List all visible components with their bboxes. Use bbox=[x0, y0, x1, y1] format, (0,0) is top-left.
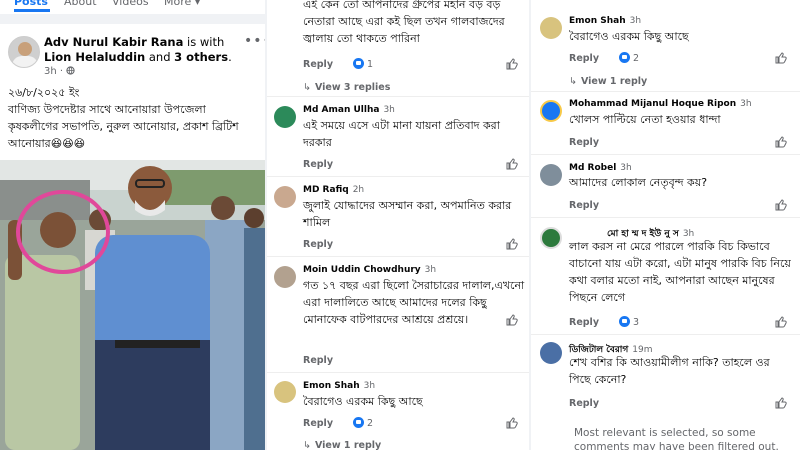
commenter-avatar[interactable] bbox=[540, 164, 562, 186]
like-icon[interactable] bbox=[775, 199, 787, 211]
divider bbox=[267, 256, 529, 257]
tagged-person[interactable]: Lion Helaluddin bbox=[44, 50, 145, 64]
tab-videos[interactable]: Videos bbox=[112, 0, 149, 8]
comment-text: খোলস পাল্টিয়ে নেতা হওয়ার ধান্দা bbox=[569, 113, 721, 126]
divider bbox=[531, 334, 800, 335]
reply-button[interactable]: Reply bbox=[303, 159, 333, 170]
comment-text: গত ১৭ বছর এরা ছিলো সৈরাচারের দালাল,এখনো … bbox=[303, 279, 525, 326]
author-avatar[interactable] bbox=[8, 36, 40, 68]
commenter-avatar[interactable] bbox=[274, 381, 296, 403]
with-text: is with bbox=[187, 35, 225, 49]
commenter-avatar[interactable] bbox=[540, 227, 562, 249]
commenter-name[interactable]: Emon Shah 3h bbox=[303, 381, 375, 391]
divider bbox=[531, 217, 800, 218]
screenshot-collage: Posts About Videos More ▾ Adv Nurul Kabi… bbox=[0, 0, 800, 450]
comment-text: বৈরাগেও এরকম কিছু আছে bbox=[569, 30, 689, 43]
like-reaction-icon bbox=[353, 417, 364, 428]
like-reaction-icon bbox=[619, 316, 630, 327]
divider bbox=[267, 372, 529, 373]
post-photo[interactable] bbox=[0, 160, 265, 450]
divider bbox=[267, 176, 529, 177]
reply-button[interactable]: Reply bbox=[569, 53, 599, 64]
tab-more[interactable]: More ▾ bbox=[164, 0, 200, 8]
reaction-count[interactable]: 3 bbox=[619, 316, 639, 328]
author-name[interactable]: Adv Nurul Kabir Rana bbox=[44, 35, 183, 49]
active-tab-indicator bbox=[14, 9, 50, 12]
like-reaction-icon bbox=[619, 52, 630, 63]
tab-posts[interactable]: Posts bbox=[14, 0, 48, 8]
globe-icon: · bbox=[60, 66, 75, 77]
comment-text: বৈরাগেও এরকম কিছু আছে bbox=[303, 395, 423, 408]
like-icon[interactable] bbox=[506, 58, 518, 70]
reaction-count[interactable]: 2 bbox=[619, 52, 639, 64]
like-icon[interactable] bbox=[506, 238, 518, 250]
reaction-count[interactable]: 2 bbox=[353, 417, 373, 429]
comment-text: শেখ বশির কি আওয়ামীলীগ নাকি? তাহলে ওর পি… bbox=[569, 356, 770, 386]
like-icon[interactable] bbox=[506, 158, 518, 170]
commenter-avatar[interactable] bbox=[274, 186, 296, 208]
view-replies-link[interactable]: ↳ View 1 reply bbox=[569, 76, 647, 87]
comment-text: এই কেন তো আপনাদের গ্রুপের মহান বড় বড় ন… bbox=[303, 0, 505, 45]
comment-text: লাল করস না মেরে পারলে পারকি বিচ কিভাবে ব… bbox=[569, 240, 791, 304]
like-icon[interactable] bbox=[775, 316, 787, 328]
reply-button[interactable]: Reply bbox=[569, 398, 599, 409]
like-icon[interactable] bbox=[506, 314, 518, 326]
post-header: Adv Nurul Kabir Rana is with Lion Helalu… bbox=[44, 35, 232, 64]
commenter-name[interactable]: Md Robel 3h bbox=[569, 163, 632, 173]
commenter-avatar[interactable] bbox=[540, 100, 562, 122]
commenter-avatar[interactable] bbox=[540, 342, 562, 364]
divider bbox=[267, 96, 529, 97]
reply-button[interactable]: Reply bbox=[569, 137, 599, 148]
commenter-name[interactable]: Md Aman Ullha 3h bbox=[303, 105, 395, 115]
post-meta: 3h · bbox=[44, 66, 75, 77]
comments-column-2: Emon Shah 3h বৈরাগেও এরকম কিছু আছে Reply … bbox=[531, 0, 800, 450]
like-icon[interactable] bbox=[775, 397, 787, 409]
post-column: Posts About Videos More ▾ Adv Nurul Kabi… bbox=[0, 0, 265, 450]
more-options-icon[interactable]: ••• bbox=[244, 33, 265, 49]
comment-text: আমাদের লোকাল নেতৃবৃন্দ কয়? bbox=[569, 176, 708, 189]
divider bbox=[0, 14, 265, 24]
like-icon[interactable] bbox=[775, 136, 787, 148]
commenter-avatar[interactable] bbox=[540, 17, 562, 39]
post-text: ২৬/৮/২০২৫ ইং বাণিজ্য উপদেষ্টার সাথে আনোয… bbox=[8, 86, 239, 150]
commenter-name[interactable]: Moin Uddin Chowdhury 3h bbox=[303, 265, 436, 275]
reply-button[interactable]: Reply bbox=[303, 418, 333, 429]
reaction-count[interactable]: 1 bbox=[353, 58, 373, 70]
photo-scene bbox=[0, 160, 265, 450]
divider bbox=[531, 154, 800, 155]
view-replies-link[interactable]: ↳ View 3 replies bbox=[303, 82, 390, 93]
profile-tabs: Posts About Videos More ▾ bbox=[0, 0, 265, 12]
commenter-name[interactable]: MD Rafiq 2h bbox=[303, 185, 364, 195]
tab-about[interactable]: About bbox=[64, 0, 97, 8]
divider bbox=[531, 91, 800, 92]
comment-text: এই সময়ে এসে এটা মানা যায়না প্রতিবাদ কর… bbox=[303, 119, 500, 149]
reply-button[interactable]: Reply bbox=[303, 59, 333, 70]
commenter-avatar[interactable] bbox=[274, 266, 296, 288]
post-time[interactable]: 3h bbox=[44, 66, 57, 77]
reply-button[interactable]: Reply bbox=[569, 200, 599, 211]
reply-button[interactable]: Reply bbox=[303, 239, 333, 250]
like-icon[interactable] bbox=[775, 52, 787, 64]
commenter-name[interactable]: Mohammad Mijanul Hoque Ripon 3h bbox=[569, 99, 752, 109]
commenter-avatar[interactable] bbox=[274, 106, 296, 128]
reply-button[interactable]: Reply bbox=[303, 355, 333, 366]
view-replies-link[interactable]: ↳ View 1 reply bbox=[303, 440, 381, 450]
comments-column-1: এই কেন তো আপনাদের গ্রুপের মহান বড় বড় ন… bbox=[267, 0, 529, 450]
and-text: and bbox=[148, 50, 171, 64]
others-link[interactable]: 3 others bbox=[174, 50, 228, 64]
reply-button[interactable]: Reply bbox=[569, 317, 599, 328]
comment-text: জুলাই যোদ্ধাদের অসম্মান করা, অপমানিত করা… bbox=[303, 199, 512, 229]
filter-notice: Most relevant is selected, so some comme… bbox=[574, 427, 779, 450]
like-reaction-icon bbox=[353, 58, 364, 69]
like-icon[interactable] bbox=[506, 417, 518, 429]
commenter-name[interactable]: Emon Shah 3h bbox=[569, 16, 641, 26]
